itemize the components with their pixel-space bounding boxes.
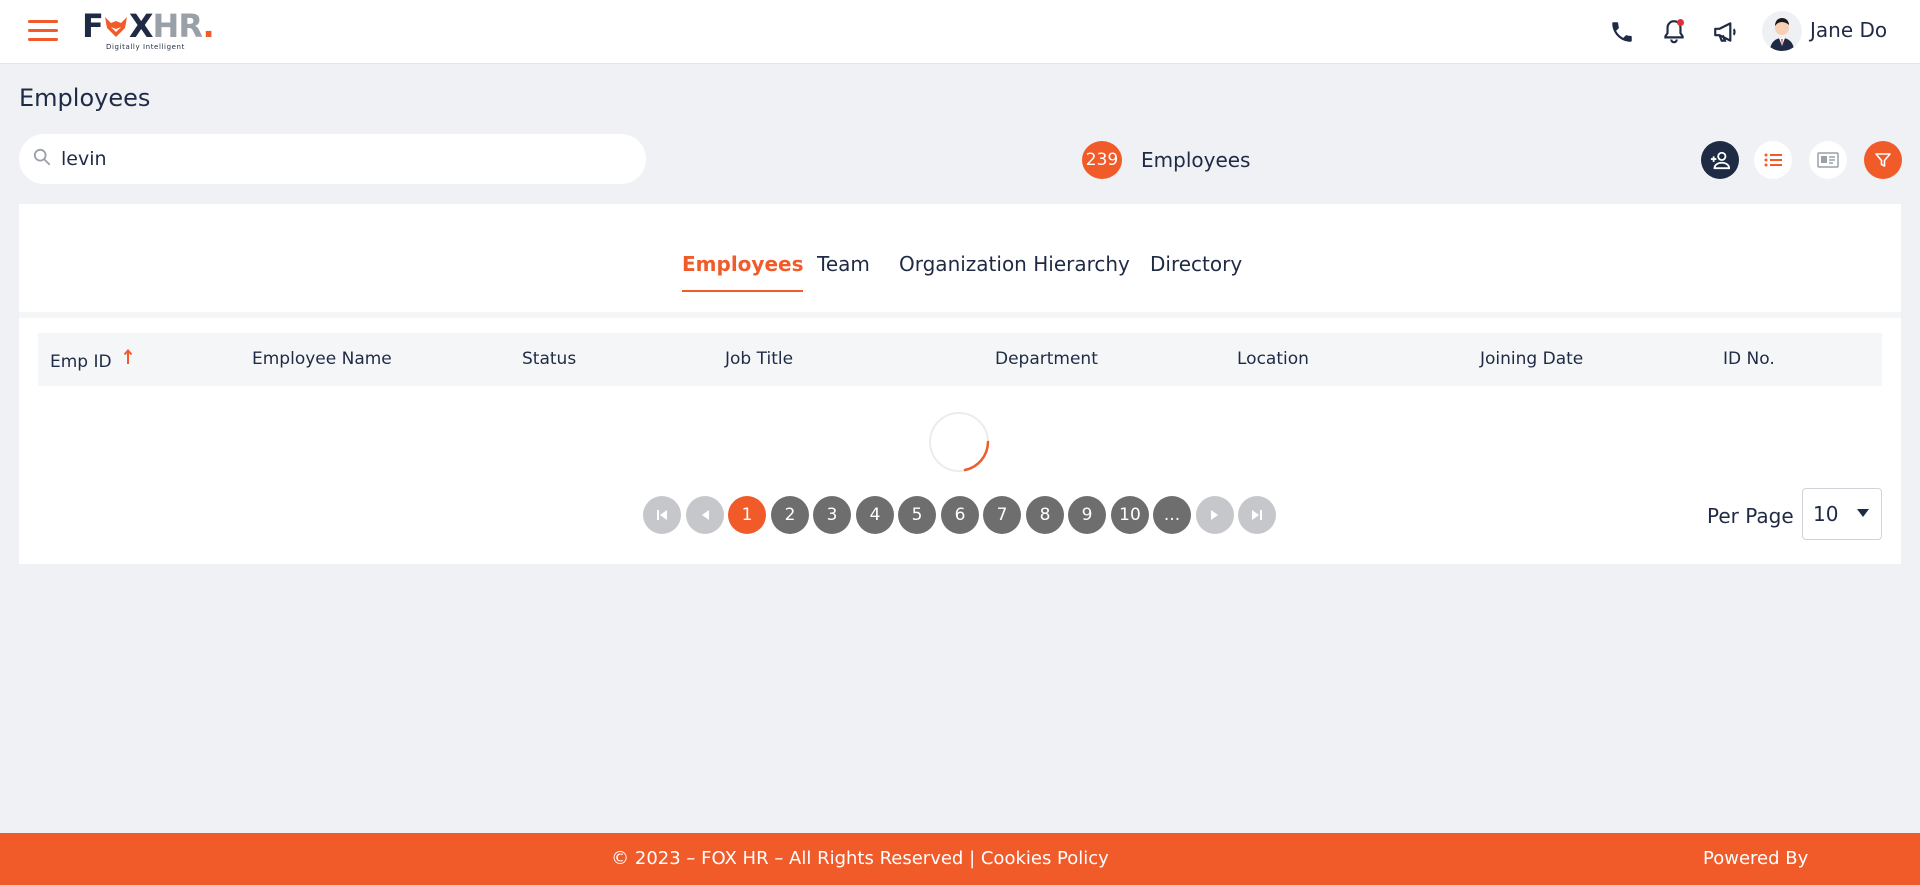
column-status[interactable]: Status	[522, 349, 576, 369]
id-card-icon	[1817, 152, 1839, 168]
list-icon	[1764, 153, 1782, 167]
per-page-value: 10	[1813, 502, 1839, 526]
logo-hr: HR	[152, 7, 204, 45]
filter-button[interactable]	[1864, 141, 1902, 179]
first-page-button[interactable]	[643, 496, 681, 534]
page-title: Employees	[19, 84, 151, 112]
page-button-6[interactable]: 6	[941, 496, 979, 534]
user-name[interactable]: Jane Do	[1810, 18, 1887, 42]
per-page-label: Per Page	[1707, 504, 1794, 528]
next-page-button[interactable]	[1196, 496, 1234, 534]
logo-fox-o	[103, 7, 129, 45]
prev-page-button[interactable]	[686, 496, 724, 534]
page-button-8[interactable]: 8	[1026, 496, 1064, 534]
column-id-no[interactable]: ID No.	[1723, 349, 1775, 369]
tab-employees[interactable]: Employees	[682, 252, 804, 292]
employees-card: Employees Team Organization Hierarchy Di…	[19, 204, 1901, 564]
column-department[interactable]: Department	[995, 349, 1098, 369]
page-ellipsis-button[interactable]: ...	[1153, 496, 1191, 534]
page-button-4[interactable]: 4	[856, 496, 894, 534]
column-employee-name[interactable]: Employee Name	[252, 349, 392, 369]
prev-page-icon	[702, 510, 709, 520]
foxhr-logo[interactable]: F XHR. Digitally Intelligent	[82, 8, 222, 54]
search-box[interactable]	[19, 134, 646, 184]
last-page-button[interactable]	[1238, 496, 1276, 534]
megaphone-icon[interactable]	[1710, 16, 1742, 48]
page-button-7[interactable]: 7	[983, 496, 1021, 534]
logo-tagline: Digitally Intelligent	[106, 43, 185, 51]
column-joining-date[interactable]: Joining Date	[1480, 349, 1583, 369]
page-button-10[interactable]: 10	[1111, 496, 1149, 534]
sort-ascending-icon	[123, 348, 133, 372]
page-button-9[interactable]: 9	[1068, 496, 1106, 534]
avatar[interactable]	[1762, 11, 1802, 51]
loading-spinner	[928, 411, 990, 473]
employee-count-label: Employees	[1141, 148, 1251, 172]
powered-by-label: Powered By	[1703, 848, 1809, 869]
logo-letter-x: X	[128, 7, 154, 45]
column-location[interactable]: Location	[1237, 349, 1309, 369]
caret-down-icon	[1857, 509, 1869, 517]
tab-bar: Employees Team Organization Hierarchy Di…	[19, 252, 1901, 302]
last-page-icon	[1252, 510, 1262, 520]
footer: © 2023 – FOX HR – All Rights Reserved | …	[0, 833, 1920, 885]
filter-icon	[1875, 153, 1891, 167]
cookies-policy-link[interactable]: Cookies Policy	[981, 848, 1109, 869]
employee-count-badge: 239	[1082, 141, 1122, 179]
add-employee-button[interactable]	[1701, 141, 1739, 179]
search-input[interactable]	[61, 148, 621, 170]
add-user-icon	[1710, 151, 1731, 170]
logo-dot: .	[202, 7, 215, 45]
first-page-icon	[657, 510, 667, 520]
per-page-select[interactable]: 10	[1802, 488, 1882, 540]
card-view-button[interactable]	[1809, 141, 1847, 179]
page-button-1[interactable]: 1	[728, 496, 766, 534]
phone-icon[interactable]	[1606, 16, 1638, 48]
divider	[19, 312, 1901, 318]
logo-letter-f: F	[82, 7, 104, 45]
search-icon	[33, 148, 51, 170]
tab-directory[interactable]: Directory	[1150, 252, 1242, 290]
list-view-button[interactable]	[1754, 141, 1792, 179]
footer-copyright: © 2023 – FOX HR – All Rights Reserved | …	[0, 848, 1720, 869]
top-navbar: F XHR. Digitally Intelligent Jane Do	[0, 0, 1920, 64]
notification-dot	[1677, 19, 1684, 26]
column-job-title[interactable]: Job Title	[725, 349, 793, 369]
table-header: Emp ID Employee Name Status Job Title De…	[38, 333, 1882, 386]
column-emp-id[interactable]: Emp ID	[50, 348, 133, 372]
copyright-text: © 2023 – FOX HR – All Rights Reserved |	[611, 848, 981, 869]
bell-icon[interactable]	[1658, 16, 1690, 48]
menu-icon[interactable]	[28, 20, 58, 44]
tab-team[interactable]: Team	[817, 252, 870, 290]
page-button-2[interactable]: 2	[771, 496, 809, 534]
next-page-icon	[1211, 510, 1218, 520]
page-button-3[interactable]: 3	[813, 496, 851, 534]
page-button-5[interactable]: 5	[898, 496, 936, 534]
column-label: Emp ID	[50, 352, 112, 372]
tab-organization-hierarchy[interactable]: Organization Hierarchy	[899, 252, 1130, 290]
